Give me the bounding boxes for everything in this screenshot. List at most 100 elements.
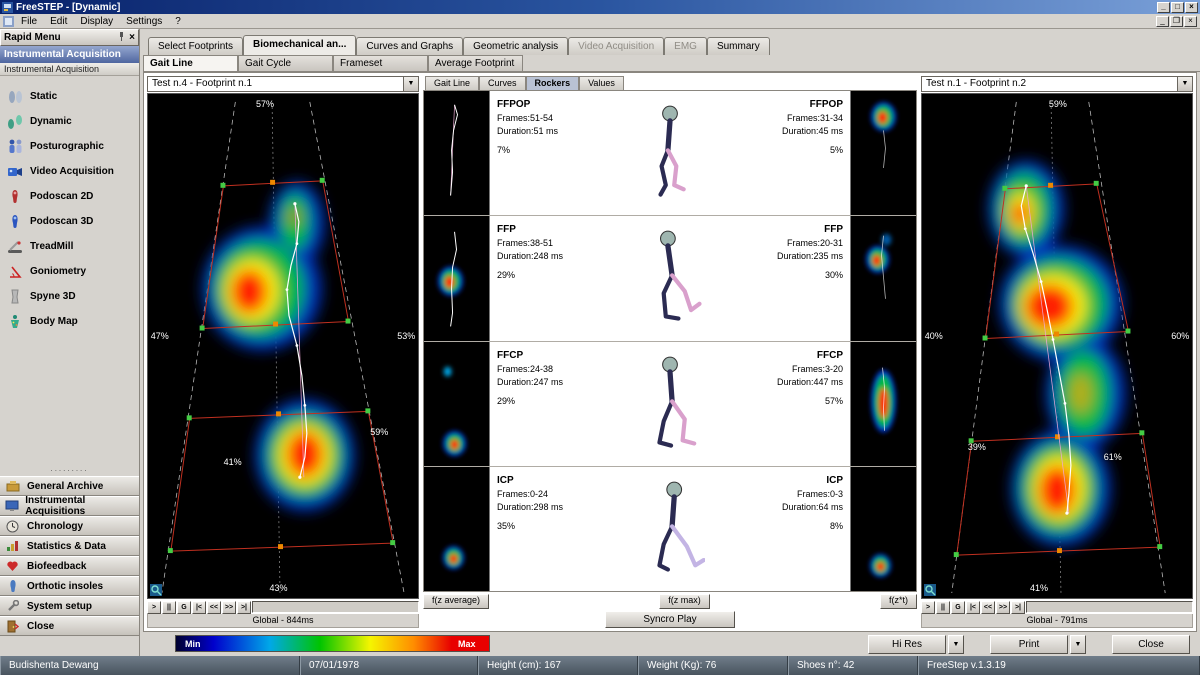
ctab-rockers[interactable]: Rockers: [526, 76, 580, 90]
fz-average-button[interactable]: f(z average): [423, 594, 489, 609]
wrench-icon: [4, 598, 21, 614]
sidebar-item-treadmill[interactable]: TreadMill: [6, 234, 137, 259]
phase-frames: Frames:3-20: [723, 364, 843, 374]
child-close-button[interactable]: ×: [1184, 16, 1197, 27]
g-button[interactable]: G: [177, 601, 191, 614]
first-frame-button[interactable]: |<: [192, 601, 206, 614]
left-seek-bar[interactable]: [252, 601, 419, 613]
g-button[interactable]: G: [951, 601, 965, 614]
syncro-play-button[interactable]: Syncro Play: [605, 611, 735, 628]
torso-icon: [6, 289, 23, 305]
print-dropdown-icon[interactable]: ▼: [1070, 635, 1086, 654]
forward-button[interactable]: >>: [222, 601, 236, 614]
tab-summary[interactable]: Summary: [707, 37, 770, 55]
hires-dropdown-icon[interactable]: ▼: [948, 635, 964, 654]
print-button[interactable]: Print: [990, 635, 1068, 654]
gait-figure-icp: [624, 467, 716, 591]
menu-file[interactable]: File: [15, 15, 43, 28]
fz-t-button[interactable]: f(z*t): [880, 594, 917, 609]
sidebar-section-close[interactable]: Close: [0, 616, 139, 636]
forward-button[interactable]: >>: [996, 601, 1010, 614]
pct-mid-right: 53%: [397, 331, 415, 341]
last-frame-button[interactable]: >|: [1011, 601, 1025, 614]
subtab-average-footprint[interactable]: Average Footprint: [428, 55, 523, 71]
child-minimize-button[interactable]: _: [1156, 16, 1169, 27]
pause-button[interactable]: ||: [162, 601, 176, 614]
canvas-tool-icon[interactable]: [150, 584, 162, 596]
right-footprint-selector[interactable]: Test n.1 - Footprint n.2 ▼: [921, 76, 1193, 92]
tab-select-footprints[interactable]: Select Footprints: [148, 37, 243, 55]
canvas-tool-icon[interactable]: [924, 584, 936, 596]
sidebar-item-podoscan-2d[interactable]: Podoscan 2D: [6, 184, 137, 209]
window-close-button[interactable]: ×: [1185, 2, 1198, 13]
close-button[interactable]: Close: [1112, 635, 1190, 654]
right-phase-info: FFCP Frames:3-20 Duration:447 ms 57%: [716, 342, 850, 466]
phase-percent: 30%: [723, 270, 843, 280]
ctab-gait-line[interactable]: Gait Line: [425, 76, 479, 90]
menu-help[interactable]: ?: [169, 15, 187, 28]
ctab-values[interactable]: Values: [579, 76, 624, 90]
left-selector-value: Test n.4 - Footprint n.1: [148, 77, 403, 91]
dynamic-feet-icon: [6, 114, 23, 130]
tab-curves-and-graphs[interactable]: Curves and Graphs: [356, 37, 463, 55]
left-footprint-panel: Test n.4 - Footprint n.1 ▼: [147, 76, 419, 628]
sidebar-section-label: Chronology: [27, 521, 83, 532]
phase-duration: Duration:64 ms: [723, 502, 843, 512]
sidebar-section-biofeedback[interactable]: Biofeedback: [0, 556, 139, 576]
sidebar-item-label: Posturographic: [30, 141, 104, 152]
last-frame-button[interactable]: >|: [237, 601, 251, 614]
sidebar-separator: .........: [0, 464, 139, 476]
sidebar-section-general-archive[interactable]: General Archive: [0, 476, 139, 496]
first-frame-button[interactable]: |<: [966, 601, 980, 614]
fz-max-button[interactable]: f(z max): [659, 594, 710, 609]
play-button[interactable]: >: [921, 601, 935, 614]
right-selector-value: Test n.1 - Footprint n.2: [922, 77, 1177, 91]
menu-edit[interactable]: Edit: [44, 15, 73, 28]
subtab-gait-cycle[interactable]: Gait Cycle: [238, 55, 333, 71]
child-restore-button[interactable]: ❐: [1170, 16, 1183, 27]
sidebar-item-static[interactable]: Static: [6, 84, 137, 109]
body-map-icon: [6, 314, 23, 330]
phase-frames: Frames:0-24: [497, 489, 617, 499]
pin-icon[interactable]: [117, 31, 126, 44]
sidebar-section-statistics[interactable]: Statistics & Data: [0, 536, 139, 556]
sidebar-item-goniometry[interactable]: Goniometry: [6, 259, 137, 284]
left-footprint-selector[interactable]: Test n.4 - Footprint n.1 ▼: [147, 76, 419, 92]
patient-weight: Weight (Kg): 76: [638, 656, 788, 675]
sidebar-item-posturographic[interactable]: Posturographic: [6, 134, 137, 159]
pause-button[interactable]: ||: [936, 601, 950, 614]
sidebar-item-spyne-3d[interactable]: Spyne 3D: [6, 284, 137, 309]
sidebar-section-instrumental-acquisitions[interactable]: Instrumental Acquisitions: [0, 496, 139, 516]
app-version: FreeStep v.1.3.19: [918, 656, 1200, 675]
tab-biomechanical-analysis[interactable]: Biomechanical an...: [243, 35, 356, 55]
hires-button[interactable]: Hi Res: [868, 635, 946, 654]
rewind-button[interactable]: <<: [207, 601, 221, 614]
sidebar-item-video-acquisition[interactable]: Video Acquisition: [6, 159, 137, 184]
rewind-button[interactable]: <<: [981, 601, 995, 614]
status-bar: Budishenta Dewang 07/01/1978 Height (cm)…: [0, 656, 1200, 675]
window-maximize-button[interactable]: □: [1171, 2, 1184, 13]
play-button[interactable]: >: [147, 601, 161, 614]
sidebar-close-icon[interactable]: ×: [129, 32, 135, 43]
sidebar-section-system-setup[interactable]: System setup: [0, 596, 139, 616]
sidebar-item-podoscan-3d[interactable]: Podoscan 3D: [6, 209, 137, 234]
right-seek-bar[interactable]: [1026, 601, 1193, 613]
subtab-frameset[interactable]: Frameset: [333, 55, 428, 71]
sidebar-item-dynamic[interactable]: Dynamic: [6, 109, 137, 134]
sidebar-section-chronology[interactable]: Chronology: [0, 516, 139, 536]
sidebar-section-label: Instrumental Acquisitions: [25, 495, 135, 517]
monitor-icon: [4, 498, 19, 514]
subtab-gait-line[interactable]: Gait Line: [143, 55, 238, 71]
sidebar-item-body-map[interactable]: Body Map: [6, 309, 137, 334]
menu-display[interactable]: Display: [74, 15, 119, 28]
tab-emg[interactable]: EMG: [664, 37, 707, 55]
print-button-group: Print ▼: [990, 635, 1086, 654]
menu-settings[interactable]: Settings: [120, 15, 168, 28]
tab-video-acquisition[interactable]: Video Acquisition: [568, 37, 664, 55]
window-minimize-button[interactable]: _: [1157, 2, 1170, 13]
rapid-menu-header: Rapid Menu ×: [0, 29, 139, 46]
tab-geometric-analysis[interactable]: Geometric analysis: [463, 37, 568, 55]
sidebar-section-orthotic-insoles[interactable]: Orthotic insoles: [0, 576, 139, 596]
ctab-curves[interactable]: Curves: [479, 76, 526, 90]
phase-name: FFP: [723, 224, 843, 235]
